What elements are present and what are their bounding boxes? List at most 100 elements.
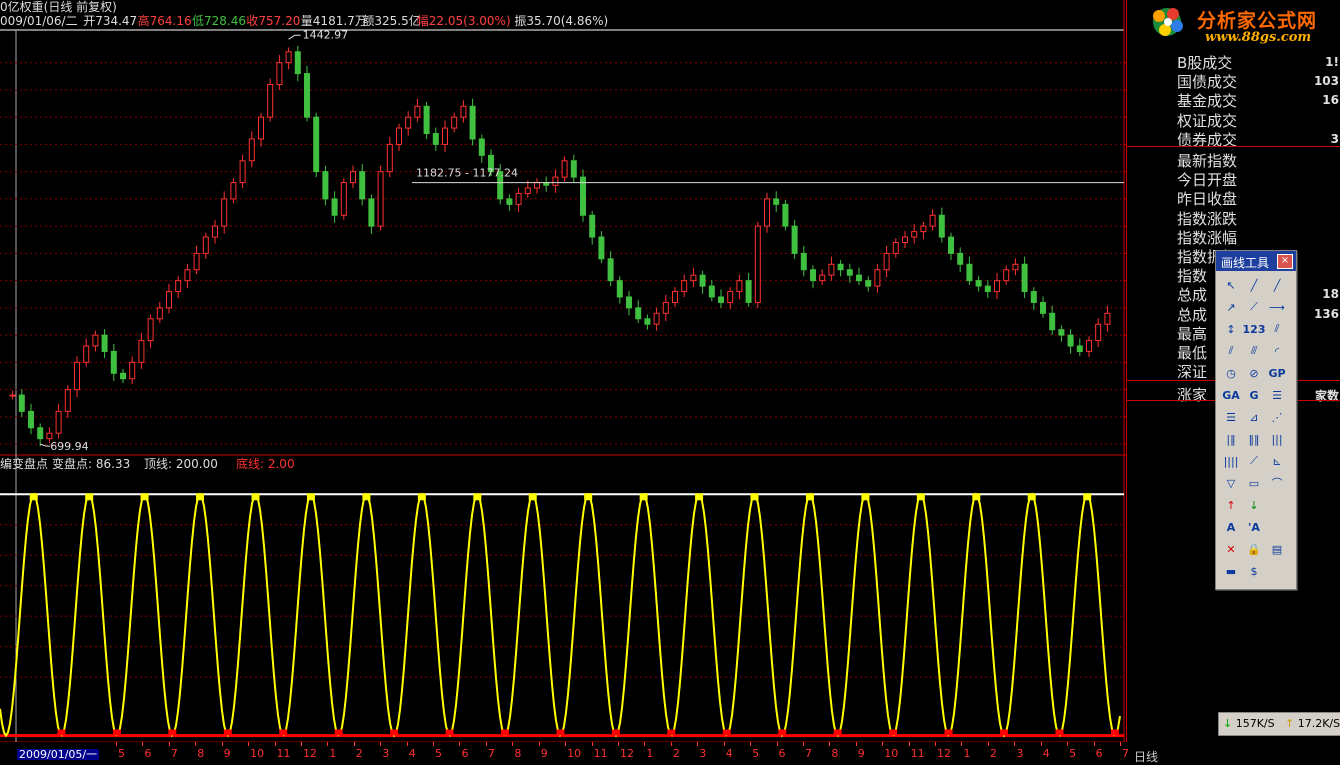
text-icon[interactable]: A [1221, 517, 1241, 537]
candle-body [1003, 269, 1010, 282]
down-arrow-icon[interactable]: ↓ [1244, 495, 1264, 515]
candle-body [911, 231, 918, 238]
horizontal-ray-icon[interactable]: ⟶ [1267, 297, 1287, 317]
peak-marker [695, 493, 704, 501]
month-tick-mark [855, 742, 857, 746]
trough-marker [168, 729, 177, 736]
month-tick-label: 1 [329, 747, 337, 760]
fibonacci-retracement-icon[interactable]: ☰ [1267, 385, 1287, 405]
toolbox-titlebar[interactable]: 画线工具 × [1216, 251, 1296, 271]
gann-fan-icon[interactable]: G [1244, 385, 1264, 405]
angle-fan-icon[interactable]: ⊾ [1267, 451, 1287, 471]
info-label: 总成 [1177, 305, 1208, 324]
month-tick-mark [221, 742, 223, 746]
candle-body [736, 280, 743, 293]
trough-marker [944, 729, 953, 736]
indicator-field: 变盘点: 86.33 [52, 457, 131, 471]
period-label[interactable]: 日线 [1134, 748, 1158, 765]
ohlc-field: 额325.5亿 [362, 14, 421, 28]
toolbox-close-button[interactable]: × [1277, 254, 1293, 269]
candle-body [764, 198, 770, 227]
extend-line-icon[interactable]: ⟋ [1244, 297, 1264, 317]
month-tick-mark [353, 742, 355, 746]
cursor-date-label: 2009/01/05/一 [17, 748, 100, 761]
toolbox-title: 画线工具 [1221, 256, 1270, 270]
month-tick-label: 8 [831, 747, 839, 760]
candle-body [248, 138, 255, 162]
pointer-icon[interactable]: ↖ [1221, 275, 1241, 295]
month-tick-label: 5 [1069, 747, 1077, 760]
trough-marker [556, 729, 565, 736]
candle-body [368, 198, 375, 227]
candle-body [626, 296, 632, 309]
fibonacci-fan-icon[interactable]: ⟋ [1244, 451, 1264, 471]
lock-icon[interactable]: 🔒 [1244, 539, 1264, 559]
cycle-lines-icon[interactable]: |||| [1221, 451, 1241, 471]
arrow-line-icon[interactable]: ↗ [1221, 297, 1241, 317]
spiral-icon[interactable]: ⊘ [1244, 363, 1264, 383]
indicator-title: 编变盘点 [0, 457, 49, 471]
candle-body [1040, 301, 1046, 314]
candle-body [322, 171, 329, 200]
gann-angle-icon[interactable]: GA [1221, 385, 1241, 405]
line-icon[interactable]: ╱ [1244, 275, 1264, 295]
gann-price-icon[interactable]: GP [1267, 363, 1287, 383]
trough-marker [889, 729, 898, 736]
arc-icon[interactable]: ◜ [1267, 341, 1287, 361]
candle-body [359, 171, 366, 200]
fibonacci-levels-icon[interactable]: ☰ [1221, 407, 1241, 427]
chart-canvas[interactable]: 700.0750.0800.0850.0900.0950.01000.01050… [0, 0, 1126, 742]
parallel-lines-icon[interactable]: ⫽ [1267, 319, 1287, 339]
candle-body [515, 192, 522, 205]
candle-body [975, 280, 982, 287]
candle-body [1076, 345, 1083, 352]
candle-body [258, 116, 264, 140]
ohlc-field: 幅22.05(3.00%) [416, 14, 511, 28]
month-tick-label: 10 [567, 747, 582, 760]
month-tick-mark [512, 742, 514, 746]
delete-icon[interactable]: ✕ [1221, 539, 1241, 559]
chart-stage[interactable]: 700.0750.0800.0850.0900.0950.01000.01050… [0, 0, 1340, 764]
candle-body [782, 203, 789, 227]
peak-marker [29, 493, 38, 501]
trough-marker [667, 729, 676, 736]
peak-marker [140, 493, 149, 501]
candle-body [791, 225, 798, 254]
parallel-channel-icon[interactable]: ⫽ [1221, 341, 1241, 361]
trend-channel-icon[interactable]: ⫻ [1244, 341, 1264, 361]
candle-body [653, 312, 660, 325]
up-arrow-icon[interactable]: ↑ [1221, 495, 1241, 515]
dollar-icon[interactable]: $ [1244, 561, 1264, 581]
fan-lines-icon[interactable]: ⋰ [1267, 407, 1287, 427]
measure-icon[interactable]: ⌒ [1267, 473, 1287, 493]
vertical-line-icon[interactable]: ↕ [1221, 319, 1241, 339]
candle-body [681, 280, 688, 293]
drawing-toolbox[interactable]: 画线工具 × ↖ ╱ ╱ ↗ ⟋ ⟶ ↕ 123 ⫽ ⫽ ⫻ ◜ ◷ ⊘ GP GA G ☰ ☰ ⊿ ⋰ |‖ ‖‖ ||| |… [1215, 250, 1297, 590]
month-tick-label: 9 [223, 747, 231, 760]
candle-body [18, 394, 25, 412]
circle-icon[interactable]: ◷ [1221, 363, 1241, 383]
ohlc-field: 高764.16 [137, 14, 192, 28]
price-label-icon[interactable]: 123 [1243, 319, 1266, 339]
candle-body [966, 263, 973, 282]
triangle-icon[interactable]: ▽ [1221, 473, 1241, 493]
candle-body [442, 127, 448, 145]
month-tick-label: 10 [250, 747, 265, 760]
ray-icon[interactable]: ╱ [1267, 275, 1287, 295]
candle-body [239, 160, 246, 184]
time-zone-icon[interactable]: ‖‖ [1244, 429, 1264, 449]
candle-body [589, 214, 596, 238]
period-lines-icon[interactable]: |‖ [1221, 429, 1241, 449]
ruler-icon[interactable]: ▬ [1221, 561, 1241, 581]
candle-body [101, 334, 108, 352]
rectangle-icon[interactable]: ▭ [1244, 473, 1264, 493]
candle-body [994, 280, 1000, 293]
list-icon[interactable]: ▤ [1267, 539, 1287, 559]
text-label-icon[interactable]: 'A [1244, 517, 1264, 537]
equal-lines-icon[interactable]: ||| [1267, 429, 1287, 449]
info-label: 指数涨幅 [1177, 228, 1238, 247]
info-label: 今日开盘 [1177, 171, 1238, 190]
speed-resistance-icon[interactable]: ⊿ [1244, 407, 1264, 427]
panel-separator [1127, 146, 1340, 147]
candle-body [874, 269, 881, 287]
